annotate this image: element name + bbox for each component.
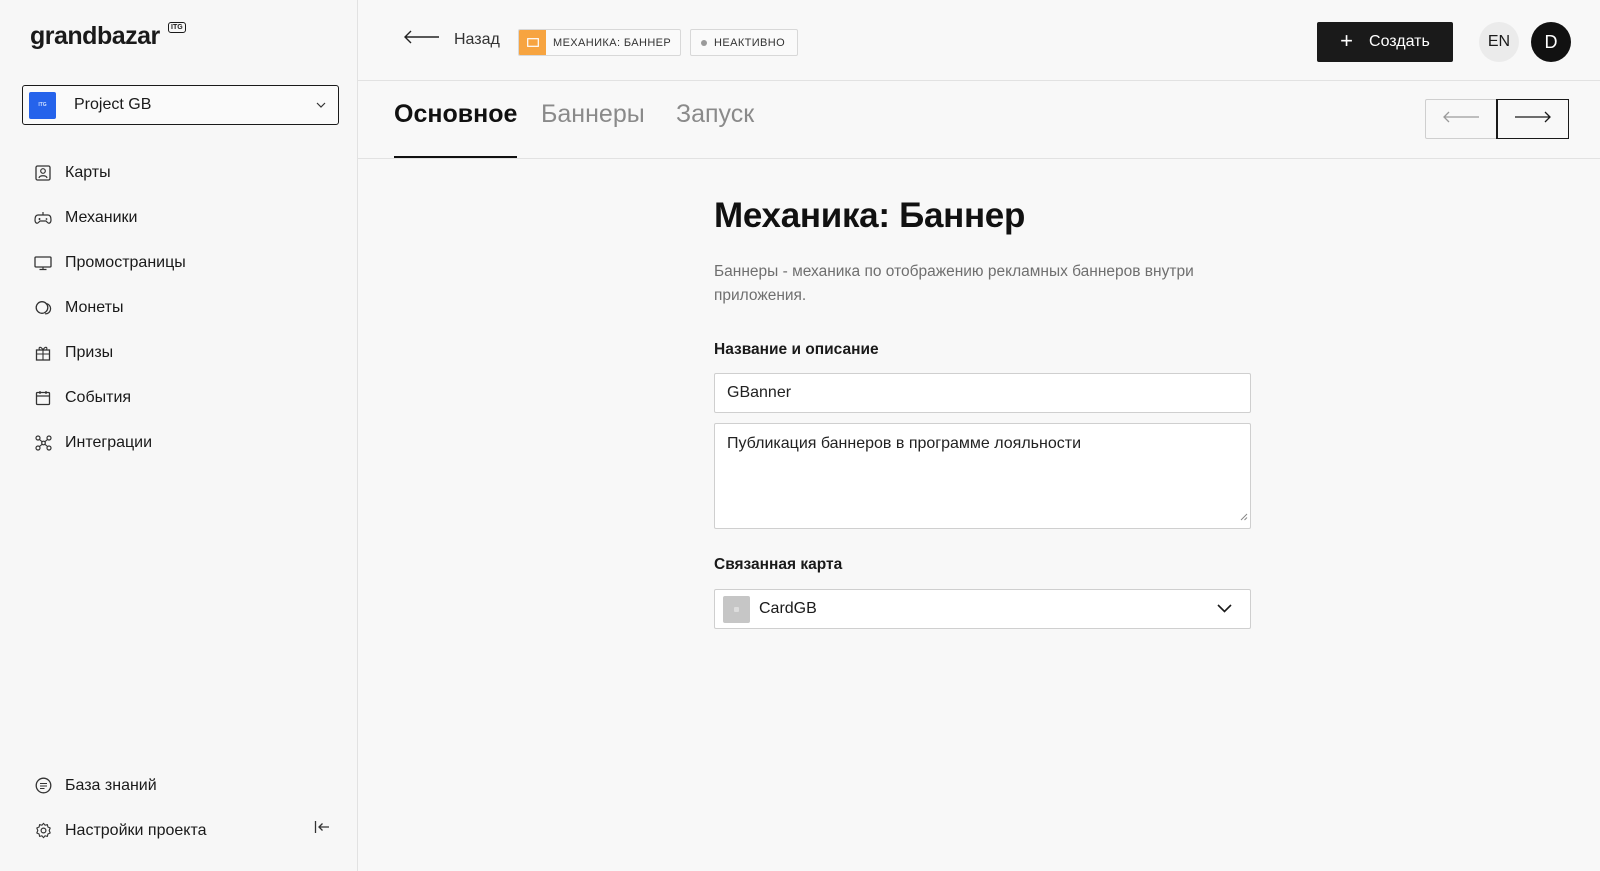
collapse-sidebar-icon[interactable] xyxy=(314,820,330,839)
coins-icon xyxy=(33,298,53,318)
sidebar-item-promopages[interactable]: Промостраницы xyxy=(0,240,358,285)
gift-icon xyxy=(33,343,53,363)
name-input[interactable]: GBanner xyxy=(714,373,1251,413)
sidebar-item-knowledge-base[interactable]: База знаний xyxy=(0,763,358,808)
sidebar-bottom-nav: База знаний Настройки проекта xyxy=(0,763,358,853)
resize-handle-icon[interactable] xyxy=(1240,508,1248,526)
settings-icon xyxy=(33,821,53,841)
previous-tab-button[interactable] xyxy=(1426,100,1497,138)
app-root: grandbazar ITG ITG Project GB Карты Меха… xyxy=(0,0,1600,871)
sidebar-item-label: События xyxy=(65,388,132,406)
linked-card-select[interactable]: CardGB xyxy=(714,589,1251,629)
sidebar-item-integrations[interactable]: Интеграции xyxy=(0,420,358,465)
banner-icon xyxy=(519,30,546,55)
sidebar-item-label: Призы xyxy=(65,343,114,361)
sidebar-item-events[interactable]: События xyxy=(0,375,358,420)
main-form: Механика: Баннер Баннеры - механика по о… xyxy=(714,196,1251,629)
user-avatar[interactable]: D xyxy=(1531,22,1571,62)
project-avatar: ITG xyxy=(29,91,56,119)
monitor-icon xyxy=(33,253,53,273)
linked-card-label: Связанная карта xyxy=(714,556,843,573)
next-tab-button[interactable] xyxy=(1495,99,1569,139)
tab-banners[interactable]: Баннеры xyxy=(541,100,645,158)
sidebar-item-prizes[interactable]: Призы xyxy=(0,330,358,375)
sidebar-item-label: Интеграции xyxy=(65,433,153,451)
gamepad-icon xyxy=(33,208,53,228)
page-title: Механика: Баннер xyxy=(714,196,1026,235)
description-value: Публикация баннеров в программе лояльнос… xyxy=(727,435,1081,452)
sidebar-item-project-settings[interactable]: Настройки проекта xyxy=(0,808,358,853)
sidebar-item-label: Монеты xyxy=(65,298,124,316)
status-badge: НЕАКТИВНО xyxy=(690,29,798,56)
sidebar-item-label: База знаний xyxy=(65,776,157,794)
sidebar-item-label: Промостраницы xyxy=(65,253,186,271)
status-label: НЕАКТИВНО xyxy=(714,36,786,49)
integrations-icon xyxy=(33,433,53,453)
plus-icon: + xyxy=(1340,28,1354,53)
linked-card-value: CardGB xyxy=(759,600,817,617)
sidebar-item-coins[interactable]: Монеты xyxy=(0,285,358,330)
sidebar-nav: Карты Механики Промостраницы Монеты Приз… xyxy=(0,150,358,465)
cards-icon xyxy=(33,163,53,183)
project-selector[interactable]: ITG Project GB xyxy=(22,85,339,125)
page-description: Баннеры - механика по отображению реклам… xyxy=(714,263,1194,304)
sidebar-item-mechanics[interactable]: Механики xyxy=(0,195,358,240)
logo[interactable]: grandbazar xyxy=(30,22,160,51)
arrow-right-icon xyxy=(1514,110,1552,128)
top-header: Назад МЕХАНИКА: БАННЕР НЕАКТИВНО + Созда… xyxy=(358,0,1600,81)
logo-badge: ITG xyxy=(168,22,186,33)
name-section-label: Название и описание xyxy=(714,341,879,358)
sidebar-item-label: Настройки проекта xyxy=(65,821,207,839)
back-label: Назад xyxy=(454,30,500,48)
status-dot-icon xyxy=(701,39,707,46)
chevron-down-icon xyxy=(316,102,326,108)
arrow-left-icon xyxy=(403,30,440,49)
create-label: Создать xyxy=(1369,33,1430,50)
language-switch-button[interactable]: EN xyxy=(1479,22,1519,62)
tab-general[interactable]: Основное xyxy=(394,100,518,158)
back-link[interactable]: Назад xyxy=(403,30,500,49)
sidebar: grandbazar ITG ITG Project GB Карты Меха… xyxy=(0,0,358,871)
tab-bar: Основное Баннеры Запуск xyxy=(358,81,1600,159)
sidebar-item-cards[interactable]: Карты xyxy=(0,150,358,195)
sidebar-item-label: Карты xyxy=(65,163,111,181)
chevron-down-icon xyxy=(1217,600,1232,618)
description-textarea[interactable]: Публикация баннеров в программе лояльнос… xyxy=(714,423,1251,529)
knowledge-icon xyxy=(33,776,53,796)
calendar-icon xyxy=(33,388,53,408)
arrow-left-icon xyxy=(1442,110,1480,128)
card-thumbnail xyxy=(723,595,750,623)
project-name: Project GB xyxy=(74,96,152,113)
tab-launch[interactable]: Запуск xyxy=(676,100,754,158)
tab-navigation xyxy=(1425,99,1569,139)
sidebar-item-label: Механики xyxy=(65,208,138,226)
create-button[interactable]: + Создать xyxy=(1317,22,1453,62)
mechanic-type-tag: МЕХАНИКА: БАННЕР xyxy=(518,29,681,56)
mechanic-type-label: МЕХАНИКА: БАННЕР xyxy=(553,36,672,49)
